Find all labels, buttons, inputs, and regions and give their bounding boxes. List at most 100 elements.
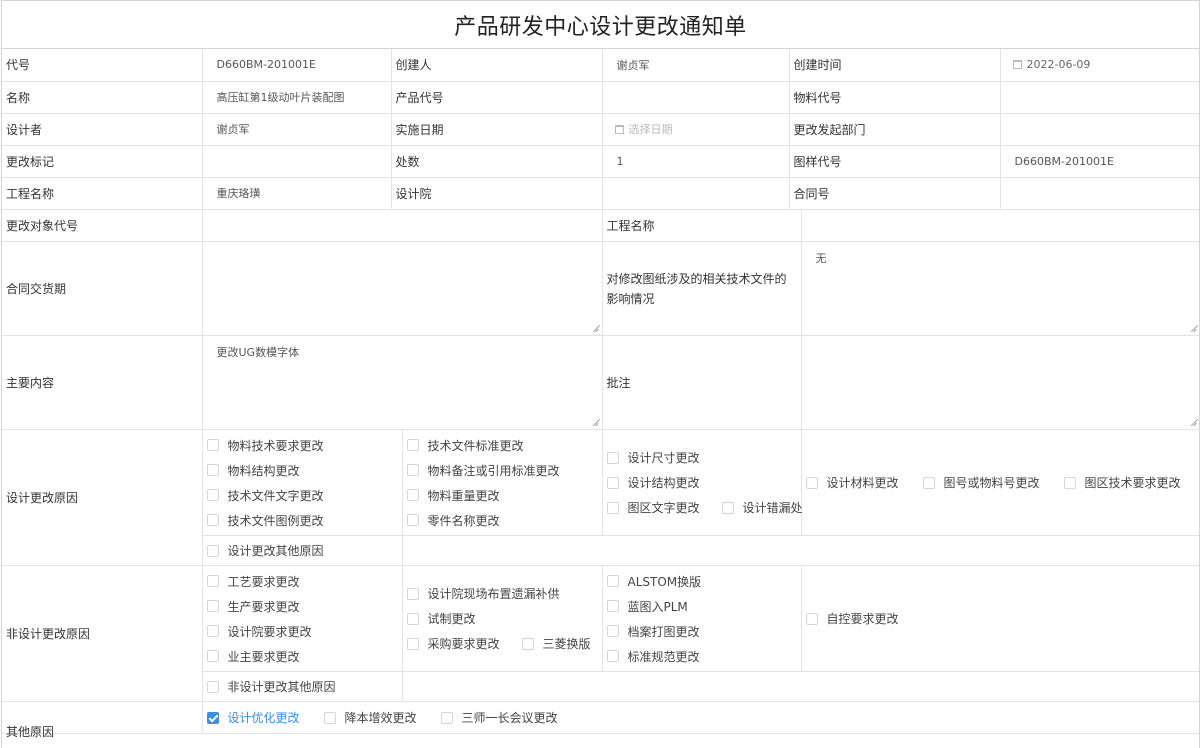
non-design-col2: 设计院现场布置遗漏补供 试制更改 采购要求更改 三菱换版 — [402, 565, 603, 672]
code-value: D660BM-201001E — [202, 49, 392, 82]
checkbox-icon — [805, 612, 818, 625]
main-content-textarea[interactable]: 更改UG数模字体 — [202, 335, 603, 430]
impact-text: 无 — [815, 252, 827, 265]
checkbox-item[interactable]: 图区技术要求更改 — [1063, 470, 1181, 495]
name-label: 名称 — [2, 81, 203, 114]
impl-date-picker[interactable]: 选择日期 — [602, 113, 790, 146]
project-name2-input[interactable] — [801, 209, 1199, 242]
detail-table: 更改对象代号 工程名称 合同交货期 对修改图纸涉及的相关技术文件的影响情况 无 … — [2, 209, 1199, 739]
checked-checkbox-icon — [206, 711, 219, 724]
design-reasons-col3: 设计尺寸更改 设计结构更改 图区文字更改 设计错漏处 — [602, 429, 803, 536]
contract-no-input[interactable] — [1000, 177, 1199, 210]
non-design-col1: 工艺要求更改 生产要求更改 设计院要求更改 业主要求更改 — [202, 565, 403, 672]
checkbox-label: 档案打图更改 — [627, 624, 700, 639]
checkbox-item[interactable]: 设计院现场布置遗漏补供 — [406, 581, 598, 606]
checkbox-item[interactable]: 图号或物料号更改 — [922, 470, 1040, 495]
checkbox-label: 设计材料更改 — [826, 476, 899, 490]
checkbox-label: 物料结构更改 — [227, 463, 300, 478]
checkbox-item[interactable]: 设计错漏处 — [721, 495, 803, 520]
checkbox-item[interactable]: 设计材料更改 — [805, 470, 899, 495]
impact-textarea[interactable]: 无 — [801, 241, 1199, 336]
checkbox-icon — [606, 600, 619, 612]
target-code-input[interactable] — [202, 209, 603, 242]
checkbox-icon — [922, 476, 935, 489]
checkbox-item[interactable]: 工艺要求更改 — [206, 569, 398, 594]
checkbox-label: 图区文字更改 — [627, 501, 700, 515]
product-code-input[interactable] — [602, 81, 790, 114]
checkbox-item[interactable]: 物料重量更改 — [406, 483, 598, 508]
design-reasons-col1: 物料技术要求更改 物料结构更改 技术文件文字更改 技术文件图例更改 — [202, 429, 403, 536]
empty-cell — [402, 671, 1199, 702]
remark-textarea[interactable] — [801, 335, 1199, 430]
checkbox-label: 设计结构更改 — [627, 476, 700, 490]
checkbox-item[interactable]: 设计尺寸更改 — [606, 445, 797, 470]
checkbox-icon — [721, 501, 734, 514]
designer-value: 谢贞军 — [202, 113, 392, 146]
calendar-icon — [1012, 60, 1022, 70]
material-code-input[interactable] — [1000, 81, 1199, 114]
checkbox-icon — [206, 575, 219, 587]
checkbox-icon — [606, 476, 619, 489]
checkbox-item[interactable]: 业主要求更改 — [206, 644, 398, 669]
checkbox-item[interactable]: 标准规范更改 — [606, 644, 797, 669]
checkbox-icon — [206, 625, 219, 637]
checkbox-label: 试制更改 — [427, 612, 476, 626]
created-time-value: 2022-06-09 — [1026, 58, 1091, 72]
checkbox-label: 蓝图入PLM — [627, 599, 688, 614]
checkbox-icon — [323, 711, 336, 724]
change-mark-input[interactable] — [202, 145, 392, 178]
checkbox-item[interactable]: 蓝图入PLM — [606, 594, 797, 619]
checkbox-item[interactable]: 零件名称更改 — [406, 508, 598, 533]
checkbox-icon — [406, 637, 419, 650]
checkbox-icon — [521, 637, 534, 650]
checkbox-item[interactable]: 技术文件标准更改 — [406, 433, 598, 458]
checkbox-item[interactable]: 生产要求更改 — [206, 594, 398, 619]
count-value[interactable]: 1 — [602, 145, 790, 178]
checkbox-item[interactable]: 设计结构更改 — [606, 470, 797, 495]
checkbox-item[interactable]: ALSTOM换版 — [606, 569, 797, 594]
project-name-value: 重庆珞璜 — [202, 177, 392, 210]
checkbox-icon — [606, 650, 619, 662]
impl-date-placeholder: 选择日期 — [628, 123, 673, 136]
checkbox-label: 采购要求更改 — [427, 637, 500, 651]
created-time-field[interactable]: 2022-06-09 — [1000, 49, 1199, 82]
checkbox-item[interactable]: 档案打图更改 — [606, 619, 797, 644]
design-institute-input[interactable] — [602, 177, 790, 210]
checkbox-item[interactable]: 降本增效更改 — [323, 705, 417, 730]
non-design-col4: 自控要求更改 — [801, 565, 1199, 672]
resize-handle-icon[interactable] — [1190, 325, 1197, 332]
checkbox-item[interactable]: 三师一长会议更改 — [440, 705, 558, 730]
checkbox-item[interactable]: 三菱换版 — [521, 631, 591, 656]
code-label: 代号 — [2, 49, 203, 82]
checkbox-label: 技术文件标准更改 — [427, 438, 524, 453]
checkbox-item[interactable]: 物料结构更改 — [206, 458, 398, 483]
checkbox-item-checked[interactable]: 设计优化更改 — [206, 705, 300, 730]
checkbox-item[interactable]: 物料技术要求更改 — [206, 433, 398, 458]
checkbox-item[interactable]: 非设计更改其他原因 — [206, 674, 398, 699]
checkbox-item[interactable]: 设计更改其他原因 — [206, 538, 398, 563]
checkbox-item[interactable]: 自控要求更改 — [805, 606, 1197, 631]
checkbox-label: 设计错漏处 — [742, 501, 803, 515]
checkbox-item[interactable]: 设计院要求更改 — [206, 619, 398, 644]
checkbox-item[interactable]: 图区文字更改 — [606, 495, 700, 520]
checkbox-label: 工艺要求更改 — [227, 574, 300, 589]
checkbox-label: 设计优化更改 — [227, 711, 300, 725]
checkbox-icon — [406, 514, 419, 526]
checkbox-item[interactable]: 技术文件文字更改 — [206, 483, 398, 508]
checkbox-item[interactable]: 试制更改 — [406, 606, 598, 631]
resize-handle-icon[interactable] — [592, 325, 599, 332]
design-other-cell: 设计更改其他原因 — [202, 535, 403, 566]
dept-input[interactable] — [1000, 113, 1199, 146]
checkbox-item[interactable]: 采购要求更改 — [406, 631, 500, 656]
checkbox-label: 设计更改其他原因 — [227, 544, 324, 558]
checkbox-icon — [606, 501, 619, 514]
delivery-textarea[interactable] — [202, 241, 603, 336]
project-name2-label: 工程名称 — [602, 209, 802, 242]
checkbox-icon — [406, 612, 419, 625]
resize-handle-icon[interactable] — [1190, 419, 1197, 426]
checkbox-item[interactable]: 物料备注或引用标准更改 — [406, 458, 598, 483]
resize-handle-icon[interactable] — [592, 419, 599, 426]
checkbox-label: 物料重量更改 — [427, 488, 500, 503]
checkbox-item[interactable]: 技术文件图例更改 — [206, 508, 398, 533]
checkbox-icon — [206, 680, 219, 693]
